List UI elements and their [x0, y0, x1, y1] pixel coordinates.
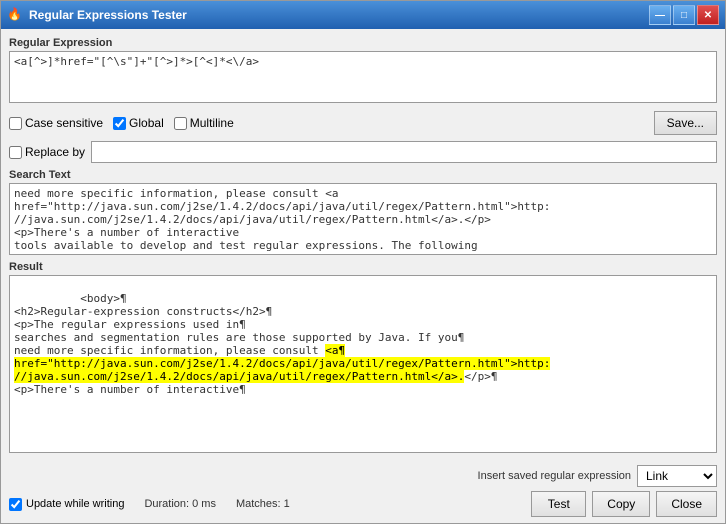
- bottom-bar: Insert saved regular expression Link Upd…: [1, 461, 725, 523]
- global-label: Global: [129, 116, 164, 130]
- search-section-label: Search Text: [9, 169, 717, 181]
- insert-row: Insert saved regular expression Link: [9, 465, 717, 487]
- replace-row: Replace by: [9, 141, 717, 163]
- insert-label: Insert saved regular expression: [478, 470, 631, 482]
- regex-section: Regular Expression <a[^>]*href="[^\s"]+"…: [9, 37, 717, 103]
- update-while-writing-option[interactable]: Update while writing: [9, 498, 124, 511]
- window-title: Regular Expressions Tester: [29, 8, 649, 22]
- copy-button[interactable]: Copy: [592, 491, 650, 517]
- app-icon: 🔥: [7, 7, 23, 23]
- result-container[interactable]: <body>¶ <h2>Regular-expression construct…: [9, 275, 717, 453]
- title-bar: 🔥 Regular Expressions Tester — □ ✕: [1, 1, 725, 29]
- replace-label: Replace by: [25, 145, 85, 159]
- title-bar-buttons: — □ ✕: [649, 5, 719, 25]
- replace-checkbox[interactable]: [9, 146, 22, 159]
- case-sensitive-option[interactable]: Case sensitive: [9, 116, 103, 130]
- result-content: <body>¶ <h2>Regular-expression construct…: [10, 276, 716, 412]
- maximize-button[interactable]: □: [673, 5, 695, 25]
- matches-label: Matches: 1: [236, 498, 290, 510]
- result-section-label: Result: [9, 261, 717, 273]
- main-window: 🔥 Regular Expressions Tester — □ ✕ Regul…: [0, 0, 726, 524]
- regex-section-label: Regular Expression: [9, 37, 717, 49]
- replace-option[interactable]: Replace by: [9, 145, 85, 159]
- insert-select[interactable]: Link: [637, 465, 717, 487]
- test-button[interactable]: Test: [531, 491, 586, 517]
- multiline-label: Multiline: [190, 116, 234, 130]
- case-sensitive-label: Case sensitive: [25, 116, 103, 130]
- status-row: Update while writing Duration: 0 ms Matc…: [9, 498, 525, 511]
- multiline-checkbox[interactable]: [174, 117, 187, 130]
- regex-input[interactable]: <a[^>]*href="[^\s"]+"[^>]*>[^<]*<\/a>: [9, 51, 717, 103]
- multiline-option[interactable]: Multiline: [174, 116, 234, 130]
- save-button[interactable]: Save...: [654, 111, 717, 135]
- global-checkbox[interactable]: [113, 117, 126, 130]
- global-option[interactable]: Global: [113, 116, 164, 130]
- replace-input[interactable]: [91, 141, 717, 163]
- main-content: Regular Expression <a[^>]*href="[^\s"]+"…: [1, 29, 725, 461]
- options-row: Case sensitive Global Multiline Save...: [9, 111, 717, 135]
- case-sensitive-checkbox[interactable]: [9, 117, 22, 130]
- update-label: Update while writing: [26, 498, 124, 510]
- result-before: <body>¶ <h2>Regular-expression construct…: [14, 292, 464, 357]
- close-window-button[interactable]: ✕: [697, 5, 719, 25]
- action-row: Update while writing Duration: 0 ms Matc…: [9, 491, 717, 517]
- update-checkbox[interactable]: [9, 498, 22, 511]
- search-text-container[interactable]: need more specific information, please c…: [9, 183, 717, 255]
- duration-label: Duration: 0 ms: [144, 498, 216, 510]
- search-text-content: need more specific information, please c…: [10, 184, 716, 255]
- result-section: Result <body>¶ <h2>Regular-expression co…: [9, 261, 717, 453]
- minimize-button[interactable]: —: [649, 5, 671, 25]
- search-section: Search Text need more specific informati…: [9, 169, 717, 255]
- close-button[interactable]: Close: [656, 491, 717, 517]
